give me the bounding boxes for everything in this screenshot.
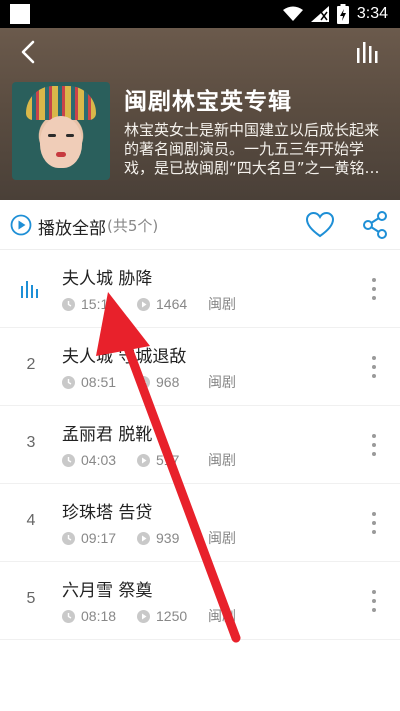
cover-eye bbox=[66, 134, 74, 137]
track-title: 孟丽君 脱靴 bbox=[62, 425, 153, 445]
track-index: 2 bbox=[26, 356, 36, 373]
track-play-count: 517 bbox=[156, 452, 180, 468]
track-title: 夫人城 守城退敌 bbox=[62, 347, 187, 367]
more-options-icon[interactable] bbox=[368, 590, 380, 612]
track-duration: 09:17 bbox=[81, 530, 117, 546]
status-time: 3:34 bbox=[356, 5, 388, 22]
track-title: 夫人城 胁降 bbox=[62, 269, 153, 289]
clock-icon bbox=[62, 375, 75, 389]
track-count: (共5个) bbox=[107, 217, 159, 235]
play-all-bar: 播放全部 (共5个) bbox=[0, 200, 400, 250]
track-title: 六月雪 祭奠 bbox=[62, 581, 153, 601]
track-list: 夫人城 胁降 15:10 1464 闽剧 2 夫人城 守城退敌 08:51 96… bbox=[0, 250, 400, 640]
play-circle-icon[interactable] bbox=[10, 214, 32, 236]
album-description[interactable]: 林宝英女士是新中国建立以后成长起来的著名闽剧演员。一九五三年开始学戏，是已故闽剧… bbox=[124, 121, 390, 178]
equalizer-icon bbox=[357, 42, 378, 63]
signal-icon bbox=[310, 6, 329, 22]
track-index: 4 bbox=[26, 512, 36, 529]
play-count-icon bbox=[137, 297, 150, 311]
back-arrow-icon bbox=[21, 40, 35, 64]
play-count-icon bbox=[137, 375, 150, 389]
track-meta: 08:18 1250 闽剧 bbox=[62, 606, 236, 626]
cover-face bbox=[40, 116, 82, 168]
share-icon[interactable] bbox=[361, 210, 389, 240]
clock-icon bbox=[62, 609, 75, 623]
cover-headdress bbox=[26, 86, 96, 120]
track-row[interactable]: 4 珍珠塔 告贷 09:17 939 闽剧 bbox=[0, 484, 400, 562]
track-title: 珍珠塔 告贷 bbox=[62, 503, 153, 523]
track-duration: 08:18 bbox=[81, 608, 117, 624]
track-duration: 08:51 bbox=[81, 374, 117, 390]
track-play-count: 939 bbox=[156, 530, 180, 546]
track-play-count: 1464 bbox=[156, 296, 188, 312]
play-count-icon bbox=[137, 453, 150, 467]
track-index: 5 bbox=[26, 590, 36, 607]
track-category: 闽剧 bbox=[208, 609, 236, 625]
track-play-count: 968 bbox=[156, 374, 180, 390]
wifi-icon bbox=[282, 6, 303, 21]
track-category: 闽剧 bbox=[208, 531, 236, 547]
play-all-button[interactable]: 播放全部 bbox=[38, 214, 106, 239]
play-count-icon bbox=[137, 609, 150, 623]
more-options-icon[interactable] bbox=[368, 512, 380, 534]
more-options-icon[interactable] bbox=[368, 278, 380, 300]
more-options-icon[interactable] bbox=[368, 356, 380, 378]
more-options-icon[interactable] bbox=[368, 434, 380, 456]
track-meta: 09:17 939 闽剧 bbox=[62, 528, 236, 548]
notification-square-icon bbox=[10, 4, 30, 24]
track-meta: 15:10 1464 闽剧 bbox=[62, 294, 236, 314]
track-row[interactable]: 3 孟丽君 脱靴 04:03 517 闽剧 bbox=[0, 406, 400, 484]
track-duration: 15:10 bbox=[81, 296, 117, 312]
track-index: 3 bbox=[26, 434, 36, 451]
track-row[interactable]: 夫人城 胁降 15:10 1464 闽剧 bbox=[0, 250, 400, 328]
clock-icon bbox=[62, 453, 75, 467]
battery-charging-icon bbox=[336, 4, 349, 24]
track-category: 闽剧 bbox=[208, 375, 236, 391]
now-playing-bars-icon bbox=[21, 281, 38, 298]
track-row[interactable]: 2 夫人城 守城退敌 08:51 968 闽剧 bbox=[0, 328, 400, 406]
track-meta: 04:03 517 闽剧 bbox=[62, 450, 236, 470]
album-header: 闽剧林宝英专辑 林宝英女士是新中国建立以后成长起来的著名闽剧演员。一九五三年开始… bbox=[0, 28, 400, 200]
status-bar: 3:34 bbox=[0, 0, 400, 28]
clock-icon bbox=[62, 297, 75, 311]
album-title: 闽剧林宝英专辑 bbox=[124, 89, 292, 115]
cover-eye bbox=[48, 134, 56, 137]
status-icons: 3:34 bbox=[282, 4, 388, 24]
back-button[interactable] bbox=[12, 36, 44, 68]
track-row[interactable]: 5 六月雪 祭奠 08:18 1250 闽剧 bbox=[0, 562, 400, 640]
now-playing-button[interactable] bbox=[352, 36, 384, 68]
clock-icon bbox=[62, 531, 75, 545]
track-duration: 04:03 bbox=[81, 452, 117, 468]
favorite-heart-icon[interactable] bbox=[305, 211, 335, 239]
track-play-count: 1250 bbox=[156, 608, 188, 624]
album-cover-image bbox=[12, 82, 110, 180]
track-meta: 08:51 968 闽剧 bbox=[62, 372, 236, 392]
cover-lips bbox=[56, 152, 66, 157]
track-category: 闽剧 bbox=[208, 453, 236, 469]
play-count-icon bbox=[137, 531, 150, 545]
track-category: 闽剧 bbox=[208, 297, 236, 313]
